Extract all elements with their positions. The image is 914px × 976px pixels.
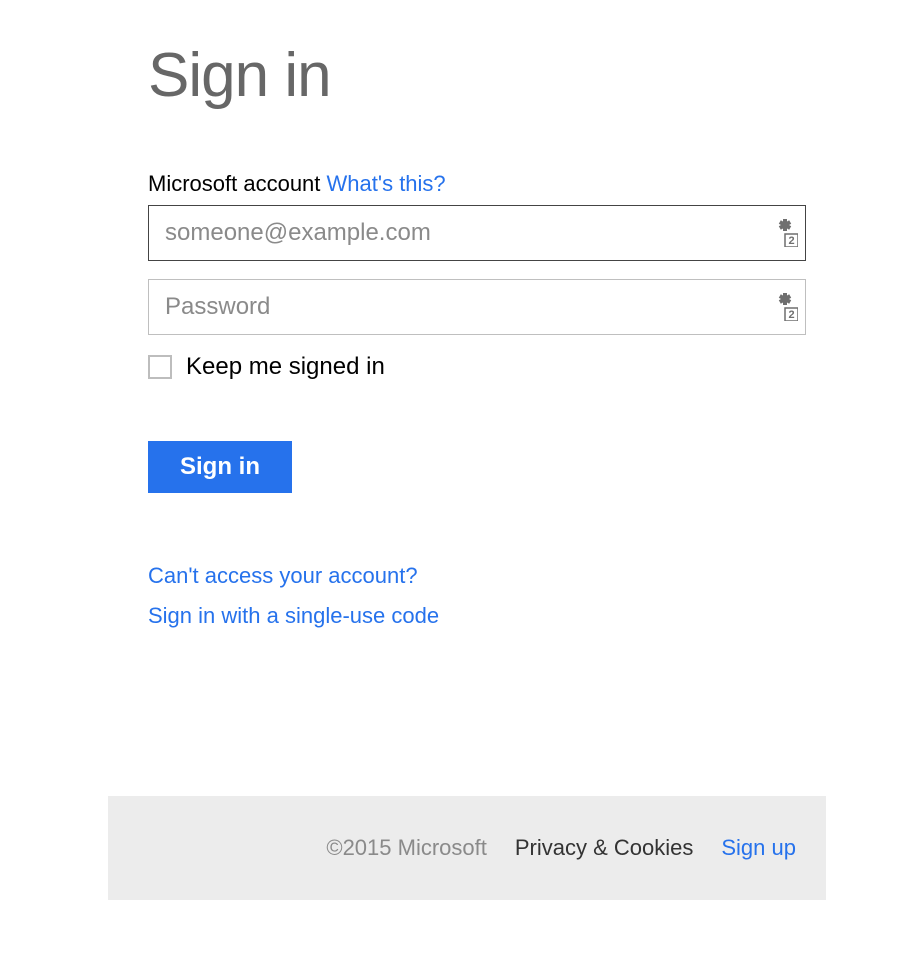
keep-signed-in-row: Keep me signed in (148, 353, 805, 381)
signin-button[interactable]: Sign in (148, 441, 292, 493)
footer: ©2015 Microsoft Privacy & Cookies Sign u… (108, 796, 826, 900)
whats-this-link[interactable]: What's this? (327, 171, 446, 196)
page-title: Sign in (148, 40, 805, 111)
email-input[interactable] (148, 205, 806, 261)
password-field-wrap: 2 (148, 279, 806, 335)
keep-signed-in-checkbox[interactable] (148, 355, 172, 379)
help-links: Can't access your account? Sign in with … (148, 563, 805, 629)
account-label-row: Microsoft account What's this? (148, 171, 805, 197)
signup-link[interactable]: Sign up (721, 835, 796, 861)
email-field-wrap: 2 (148, 205, 806, 261)
account-label: Microsoft account (148, 171, 320, 196)
single-use-code-link[interactable]: Sign in with a single-use code (148, 603, 439, 629)
cant-access-link[interactable]: Can't access your account? (148, 563, 418, 589)
footer-copyright: ©2015 Microsoft (326, 835, 487, 861)
privacy-cookies-link[interactable]: Privacy & Cookies (515, 835, 694, 861)
keep-signed-in-label: Keep me signed in (186, 353, 385, 381)
password-input[interactable] (148, 279, 806, 335)
